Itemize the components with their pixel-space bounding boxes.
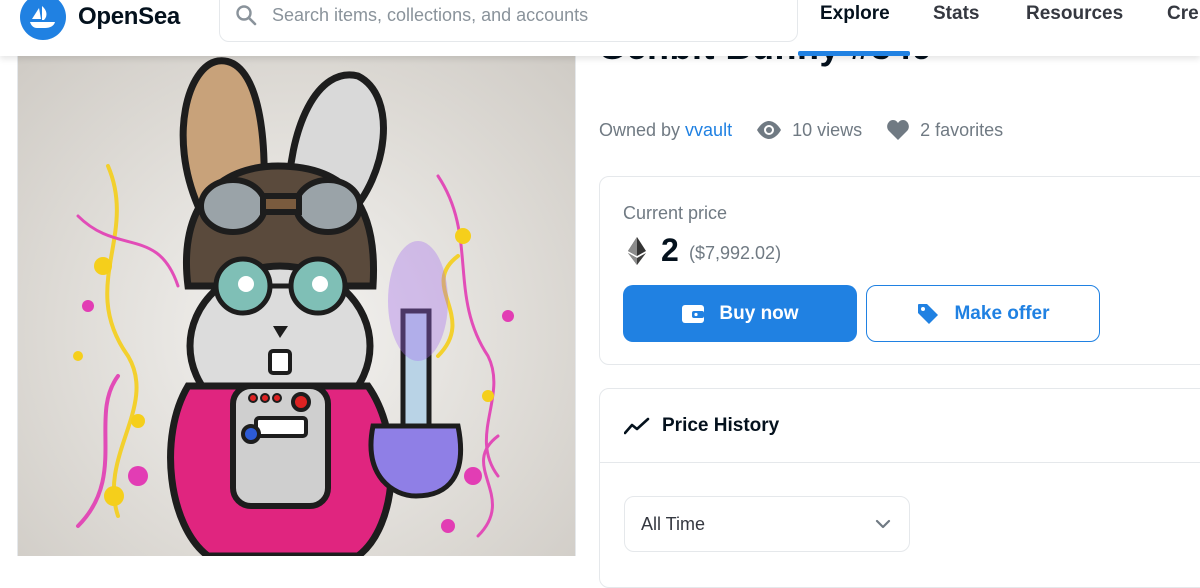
price-card: Current price 2 ($7,992.02) Buy now Make… <box>599 176 1200 365</box>
search-bar[interactable] <box>219 0 798 42</box>
time-range-select[interactable]: All Time <box>624 496 910 552</box>
brand-name: OpenSea <box>78 3 180 30</box>
time-range-value: All Time <box>641 513 706 534</box>
nav-stats[interactable]: Stats <box>933 3 979 25</box>
nav-explore[interactable]: Explore <box>820 3 890 25</box>
price-history-panel: Price History All Time <box>599 388 1200 588</box>
buy-now-button[interactable]: Buy now <box>623 285 857 342</box>
tag-icon <box>918 303 939 324</box>
make-offer-button[interactable]: Make offer <box>866 285 1100 342</box>
search-icon <box>236 5 257 26</box>
favorites-count: 2 favorites <box>920 119 1004 140</box>
trending-up-icon <box>624 417 650 434</box>
chevron-down-icon <box>875 519 891 529</box>
price-usd: ($7,992.02) <box>689 243 782 263</box>
top-navbar: OpenSea Explore Stats Resources Cre <box>0 0 1200 56</box>
bunny-astronaut-artwork[interactable] <box>17 56 576 556</box>
wallet-icon <box>682 304 705 323</box>
nav-resources[interactable]: Resources <box>1026 3 1123 25</box>
price-history-header[interactable]: Price History <box>600 389 1200 463</box>
nav-create[interactable]: Cre <box>1167 3 1199 25</box>
heart-icon[interactable] <box>886 119 910 141</box>
views-count: 10 views <box>792 119 863 140</box>
price-value: 2 <box>661 232 679 268</box>
nav-active-indicator <box>798 51 910 56</box>
eye-icon <box>757 121 782 139</box>
price-history-title: Price History <box>662 414 780 436</box>
buy-now-label: Buy now <box>719 302 799 324</box>
asset-stats-row: Owned by vvault 10 views 2 favorites <box>599 119 1003 141</box>
current-price-label: Current price <box>623 203 728 223</box>
make-offer-label: Make offer <box>954 302 1050 324</box>
opensea-boat-icon <box>20 0 66 40</box>
ethereum-icon <box>628 237 646 265</box>
search-input[interactable] <box>272 4 752 26</box>
owner-link[interactable]: vvault <box>685 120 732 141</box>
owned-by-label: Owned by <box>599 119 681 140</box>
asset-image-frame <box>0 56 600 556</box>
opensea-logo[interactable]: OpenSea <box>20 0 180 40</box>
